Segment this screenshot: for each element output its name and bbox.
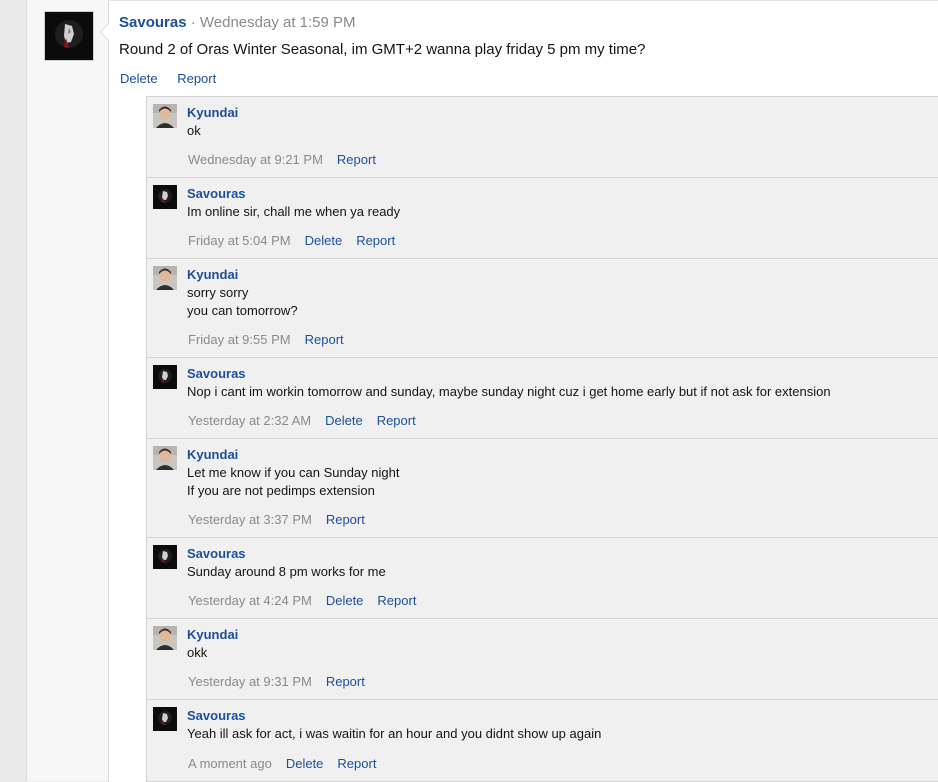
- comment-report-link[interactable]: Report: [305, 332, 344, 347]
- kyundai-avatar[interactable]: [153, 626, 177, 650]
- comment-actions: Yesterday at 9:31 PM Report: [188, 673, 379, 691]
- comment-report-link[interactable]: Report: [326, 512, 365, 527]
- comment-actions: Friday at 5:04 PM Delete Report: [188, 232, 409, 250]
- savouras-avatar[interactable]: [153, 365, 177, 389]
- comment-author-link[interactable]: Kyundai: [187, 266, 238, 284]
- comment-item: Kyundai okk Yesterday at 9:31 PM Report: [147, 619, 938, 700]
- comment-report-link[interactable]: Report: [337, 152, 376, 167]
- comment-delete-link[interactable]: Delete: [286, 756, 324, 771]
- post-separator: ·: [190, 14, 196, 31]
- post-delete-link[interactable]: Delete: [120, 71, 158, 86]
- post-report-link[interactable]: Report: [177, 71, 216, 86]
- comment-body: Let me know if you can Sunday night If yo…: [187, 464, 399, 500]
- comment-item: Savouras Sunday around 8 pm works for me Y…: [147, 538, 938, 619]
- comment-timestamp[interactable]: Yesterday at 4:24 PM: [188, 593, 312, 608]
- left-gutter: [0, 0, 27, 781]
- comment-text-line: okk: [187, 645, 208, 660]
- comment-timestamp[interactable]: Yesterday at 2:32 AM: [188, 413, 311, 428]
- comment-text-line: Nop i cant im workin tomorrow and sunday…: [187, 384, 831, 399]
- comment-author-link[interactable]: Savouras: [187, 185, 246, 203]
- post-header: Savouras · Wednesday at 1:59 PM: [119, 13, 356, 33]
- comment-report-link[interactable]: Report: [377, 593, 416, 608]
- comment-author-link[interactable]: Kyundai: [187, 104, 238, 122]
- comment-body: Nop i cant im workin tomorrow and sunday…: [187, 383, 831, 401]
- comment-text-line: you can tomorrow?: [187, 303, 298, 318]
- comment-text-line: Sunday around 8 pm works for me: [187, 564, 386, 579]
- comment-text-line: sorry sorry: [187, 285, 249, 300]
- comment-body: Sunday around 8 pm works for me: [187, 563, 386, 581]
- comment-item: Savouras Im online sir, chall me when ya …: [147, 178, 938, 259]
- post-author-link[interactable]: Savouras: [119, 14, 187, 31]
- comment-item: Savouras Yeah ill ask for act, i was wait…: [147, 700, 938, 782]
- comment-text-line: ok: [187, 123, 201, 138]
- bubble-arrow: [100, 23, 109, 41]
- comment-body: ok: [187, 122, 201, 140]
- comment-report-link[interactable]: Report: [326, 674, 365, 689]
- comment-delete-link[interactable]: Delete: [325, 413, 363, 428]
- comment-actions: Yesterday at 4:24 PM Delete Report: [188, 592, 430, 610]
- post-message: Round 2 of Oras Winter Seasonal, im GMT+…: [119, 41, 646, 58]
- comment-timestamp[interactable]: Yesterday at 3:37 PM: [188, 512, 312, 527]
- comment-item: Kyundai Let me know if you can Sunday nig…: [147, 439, 938, 538]
- comment-delete-link[interactable]: Delete: [305, 233, 343, 248]
- comment-timestamp[interactable]: Friday at 9:55 PM: [188, 332, 291, 347]
- comment-actions: Wednesday at 9:21 PM Report: [188, 151, 390, 169]
- savouras-avatar[interactable]: [153, 545, 177, 569]
- profile-post: Savouras · Wednesday at 1:59 PM Round 2 …: [27, 0, 938, 782]
- comment-actions: Friday at 9:55 PM Report: [188, 331, 358, 349]
- comment-author-link[interactable]: Savouras: [187, 365, 246, 383]
- comment-author-link[interactable]: Kyundai: [187, 626, 238, 644]
- comment-body: okk: [187, 644, 207, 662]
- comment-timestamp[interactable]: Wednesday at 9:21 PM: [188, 152, 323, 167]
- comment-timestamp[interactable]: Friday at 5:04 PM: [188, 233, 291, 248]
- comment-author-link[interactable]: Savouras: [187, 545, 246, 563]
- comment-text-line: If you are not pedimps extension: [187, 483, 375, 498]
- comment-report-link[interactable]: Report: [337, 756, 376, 771]
- comment-delete-link[interactable]: Delete: [326, 593, 364, 608]
- comment-list: Kyundai ok Wednesday at 9:21 PM Report Savou…: [146, 96, 938, 782]
- comment-report-link[interactable]: Report: [356, 233, 395, 248]
- comment-actions: A moment ago Delete Report: [188, 755, 390, 773]
- comment-item: Savouras Nop i cant im workin tomorrow an…: [147, 358, 938, 439]
- comment-report-link[interactable]: Report: [377, 413, 416, 428]
- comment-timestamp[interactable]: Yesterday at 9:31 PM: [188, 674, 312, 689]
- comment-author-link[interactable]: Savouras: [187, 707, 246, 725]
- kyundai-avatar[interactable]: [153, 446, 177, 470]
- comment-author-link[interactable]: Kyundai: [187, 446, 238, 464]
- kyundai-avatar[interactable]: [153, 266, 177, 290]
- post-author-avatar[interactable]: [44, 11, 94, 61]
- comment-actions: Yesterday at 2:32 AM Delete Report: [188, 412, 430, 430]
- comment-text-line: Let me know if you can Sunday night: [187, 465, 400, 480]
- comment-body: Im online sir, chall me when ya ready: [187, 203, 400, 221]
- comment-item: Kyundai sorry sorry you can tomorrow? Frida…: [147, 259, 938, 358]
- comment-body: sorry sorry you can tomorrow?: [187, 284, 298, 320]
- post-timestamp[interactable]: Wednesday at 1:59 PM: [200, 14, 356, 31]
- comment-text-line: Im online sir, chall me when ya ready: [187, 204, 401, 219]
- comment-timestamp[interactable]: A moment ago: [188, 756, 272, 771]
- comment-body: Yeah ill ask for act, i was waitin for a…: [187, 725, 601, 743]
- comment-actions: Yesterday at 3:37 PM Report: [188, 511, 379, 529]
- kyundai-avatar[interactable]: [153, 104, 177, 128]
- savouras-avatar[interactable]: [153, 707, 177, 731]
- post-actions: Delete Report: [120, 70, 232, 88]
- comment-text-line: Yeah ill ask for act, i was waitin for a…: [187, 726, 602, 741]
- savouras-avatar[interactable]: [153, 185, 177, 209]
- comment-item: Kyundai ok Wednesday at 9:21 PM Report: [147, 97, 938, 178]
